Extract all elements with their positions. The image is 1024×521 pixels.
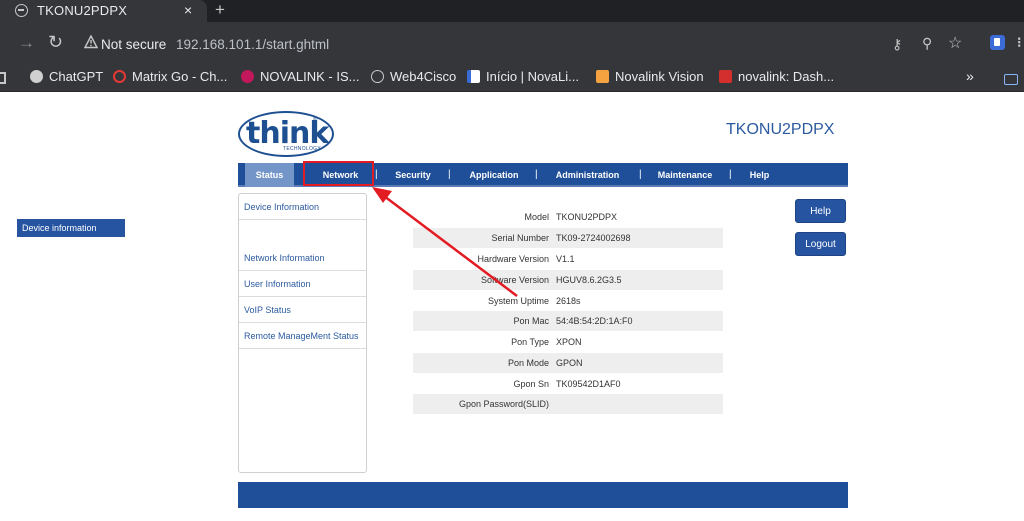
info-label: Software Version <box>480 275 549 285</box>
bookmark-novalink-vision[interactable]: Novalink Vision <box>596 69 704 84</box>
table-row: Gpon Sn TK09542D1AF0 <box>413 374 723 394</box>
globe-icon <box>371 70 384 83</box>
nav-separator: | <box>639 169 642 180</box>
new-tab-button[interactable]: + <box>215 0 225 20</box>
table-row: Serial Number TK09-2724002698 <box>413 228 723 248</box>
tab-security[interactable]: Security <box>389 163 437 187</box>
info-value: 2618s <box>556 296 581 306</box>
arrow-head <box>372 187 392 203</box>
tab-status[interactable]: Status <box>245 163 294 187</box>
logout-button[interactable]: Logout <box>795 232 846 256</box>
bookmark-star-icon[interactable]: ☆ <box>948 33 962 53</box>
tab-maintenance[interactable]: Maintenance <box>652 163 718 187</box>
tab-help[interactable]: Help <box>746 163 773 187</box>
bookmark-matrix[interactable]: Matrix Go - Ch... <box>113 69 227 84</box>
info-label: Gpon Password(SLID) <box>458 399 549 409</box>
vision-icon <box>596 70 609 83</box>
table-row: Pon Type XPON <box>413 332 723 352</box>
zabbix-icon <box>719 70 732 83</box>
table-row: Pon Mode GPON <box>413 353 723 373</box>
sidebar-item-user-information[interactable]: User Information <box>239 271 366 297</box>
footer-bar <box>238 482 848 508</box>
bookmark-novalink-is[interactable]: NOVALINK - IS... <box>241 69 359 84</box>
table-row: Pon Mac 54:4B:54:2D:1A:F0 <box>413 311 723 331</box>
novalink-icon <box>241 70 254 83</box>
password-key-icon[interactable]: ⚷ <box>892 36 902 53</box>
bookmark-novalink-dash[interactable]: novalink: Dash... <box>719 69 834 84</box>
bookmark-inicio-novalink[interactable]: Início | NovaLi... <box>467 69 579 84</box>
menu-icon[interactable]: ⁝ <box>1017 34 1021 51</box>
sidebar-item-remote-management-status[interactable]: Remote ManageMent Status <box>239 323 366 349</box>
more-bookmarks-button[interactable]: » <box>966 68 974 84</box>
reload-icon[interactable]: ↻ <box>48 32 63 53</box>
warning-icon[interactable] <box>84 35 98 49</box>
info-label: Model <box>524 212 549 222</box>
tab-application[interactable]: Application <box>464 163 524 187</box>
table-row: Model TKONU2PDPX <box>413 207 723 227</box>
info-value: 54:4B:54:2D:1A:F0 <box>556 316 633 326</box>
info-label: Gpon Sn <box>513 379 549 389</box>
apps-icon[interactable] <box>0 72 6 84</box>
table-row: Hardware Version V1.1 <box>413 249 723 269</box>
info-value: V1.1 <box>556 254 575 264</box>
bookmark-chatgpt[interactable]: ChatGPT <box>30 69 103 84</box>
info-label: Pon Mac <box>513 316 549 326</box>
info-label: Hardware Version <box>477 254 549 264</box>
globe-icon <box>15 4 28 17</box>
info-value: TK09542D1AF0 <box>556 379 621 389</box>
url-text[interactable]: 192.168.101.1/start.ghtml <box>176 37 329 52</box>
browser-tab[interactable]: TKONU2PDPX × <box>0 0 207 22</box>
bookmark-web4cisco[interactable]: Web4Cisco <box>371 69 456 84</box>
logo-registered: ® <box>313 117 318 123</box>
chatgpt-icon <box>30 70 43 83</box>
extension-icon[interactable] <box>990 35 1005 50</box>
nav-separator: | <box>375 169 378 180</box>
info-label: System Uptime <box>487 296 549 306</box>
novalink-g-icon <box>467 70 480 83</box>
tab-title: TKONU2PDPX <box>37 3 128 18</box>
not-secure-label[interactable]: Not secure <box>101 37 166 52</box>
sidebar: Device Information Network Information U… <box>238 193 367 473</box>
info-value: HGUV8.6.2G3.5 <box>556 275 622 285</box>
info-value: XPON <box>556 337 582 347</box>
table-row: Gpon Password(SLID) <box>413 394 723 414</box>
info-value: GPON <box>556 358 583 368</box>
nav-separator: | <box>448 169 451 180</box>
sidebar-item-device-information[interactable]: Device Information <box>239 194 366 220</box>
logo-subtitle: TECHNOLOGY <box>283 146 322 152</box>
info-value: TK09-2724002698 <box>556 233 631 243</box>
zoom-icon[interactable]: ⚲ <box>922 35 932 52</box>
close-tab-icon[interactable]: × <box>184 2 192 18</box>
forward-icon[interactable]: → <box>18 33 35 53</box>
sidebar-item-network-information[interactable]: Network Information <box>239 245 366 271</box>
browser-toolbar: → ↻ Not secure 192.168.101.1/start.ghtml… <box>0 22 1024 66</box>
nav-separator: | <box>535 169 538 180</box>
folder-icon[interactable] <box>1004 74 1018 85</box>
sidebar-item-voip-status[interactable]: VoIP Status <box>239 297 366 323</box>
info-label: Pon Mode <box>507 358 549 368</box>
info-label: Pon Type <box>511 337 549 347</box>
network-highlight-box <box>303 161 374 186</box>
nav-separator: | <box>729 169 732 180</box>
info-label: Serial Number <box>491 233 549 243</box>
tab-administration[interactable]: Administration <box>550 163 625 187</box>
device-title: TKONU2PDPX <box>726 121 835 138</box>
browser-tab-strip: TKONU2PDPX × + <box>0 0 1024 22</box>
sidebar-subitem-device-information[interactable]: Device information <box>17 219 125 237</box>
bookmarks-bar: ChatGPT Matrix Go - Ch... NOVALINK - IS.… <box>0 66 1024 92</box>
help-button[interactable]: Help <box>795 199 846 223</box>
address-bar[interactable]: Not secure 192.168.101.1/start.ghtml ⚷ ⚲… <box>72 30 1022 58</box>
info-value: TKONU2PDPX <box>556 212 618 222</box>
table-row: Software Version HGUV8.6.2G3.5 <box>413 270 723 290</box>
table-row: System Uptime 2618s <box>413 291 723 311</box>
matrix-icon <box>113 70 126 83</box>
